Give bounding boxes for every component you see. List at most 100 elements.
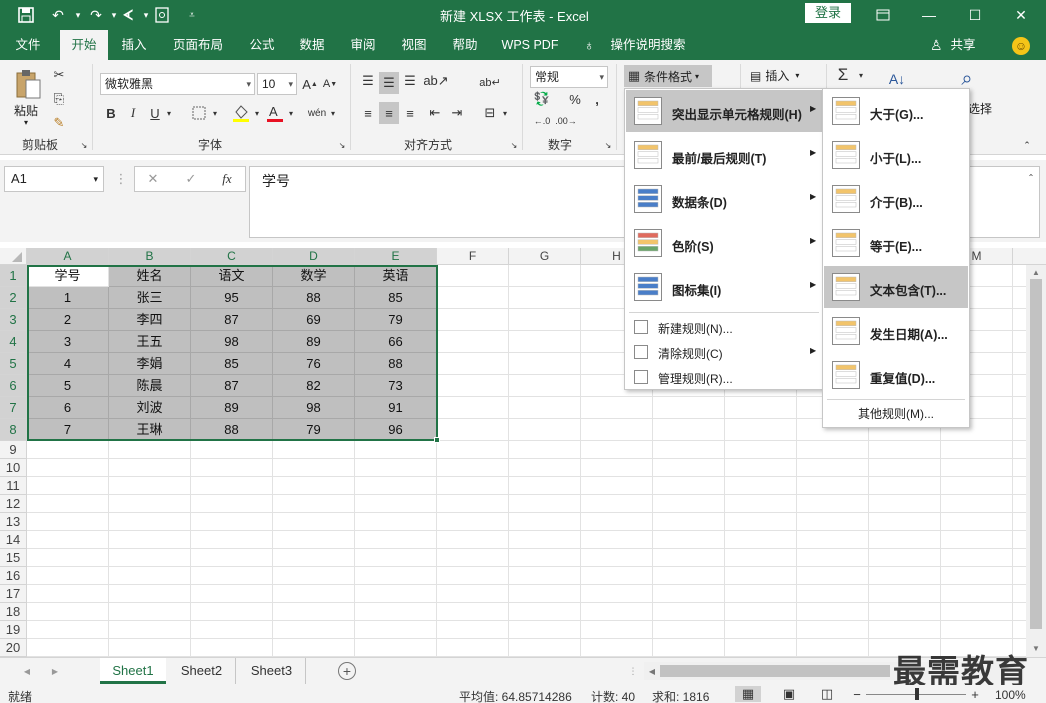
paste-dropdown-icon[interactable]: ▾ (24, 118, 28, 127)
zoom-out-icon[interactable]: − (852, 686, 862, 702)
cell[interactable] (1013, 585, 1026, 603)
paste-label[interactable]: 粘贴 (14, 102, 38, 119)
cell[interactable] (653, 459, 725, 477)
cell[interactable] (1013, 549, 1026, 567)
column-header-f[interactable]: F (437, 248, 509, 265)
cell[interactable] (941, 495, 1013, 513)
cell[interactable] (797, 639, 869, 657)
paste-icon[interactable] (14, 68, 44, 100)
close-icon[interactable]: ✕ (998, 0, 1044, 30)
column-header-b[interactable]: B (109, 248, 191, 265)
cell[interactable] (27, 441, 109, 459)
cell[interactable] (191, 567, 273, 585)
cell[interactable] (109, 513, 191, 531)
borders-dropdown-icon[interactable]: ▾ (210, 106, 220, 120)
row-header[interactable]: 9 (0, 441, 27, 459)
select-all-corner[interactable] (0, 248, 27, 265)
cell[interactable] (653, 585, 725, 603)
cell[interactable] (355, 495, 437, 513)
cell[interactable] (437, 603, 509, 621)
cell[interactable] (581, 397, 653, 419)
cell[interactable] (355, 549, 437, 567)
cell[interactable] (797, 531, 869, 549)
cell[interactable] (273, 549, 355, 567)
increase-font-icon[interactable]: A ▲ (302, 75, 318, 93)
cell[interactable] (581, 495, 653, 513)
cell[interactable] (581, 549, 653, 567)
align-launcher-icon[interactable]: ↘ (509, 140, 519, 150)
tab-home[interactable]: 开始 (60, 30, 108, 60)
sheet-prev-icon[interactable]: ◀ (22, 666, 32, 676)
cell[interactable] (941, 603, 1013, 621)
tab-review[interactable]: 审阅 (343, 30, 383, 60)
number-format-combo[interactable]: 常规 ▾ (530, 66, 608, 88)
cell[interactable] (1013, 621, 1026, 639)
row-header[interactable]: 11 (0, 477, 27, 495)
cell[interactable] (355, 621, 437, 639)
cell[interactable] (273, 477, 355, 495)
rule-duplicate-values[interactable]: 重复值(D)... (824, 354, 968, 396)
fill-dropdown-icon[interactable]: ▾ (252, 106, 262, 120)
cell[interactable] (191, 603, 273, 621)
cell[interactable] (653, 513, 725, 531)
wrap-text-icon[interactable]: ab↵ (479, 72, 500, 92)
cell[interactable] (191, 441, 273, 459)
fill-handle[interactable] (434, 437, 440, 443)
tab-file[interactable]: 文件 (6, 30, 50, 60)
scroll-down-icon[interactable]: ▼ (1031, 643, 1041, 653)
cell[interactable] (869, 621, 941, 639)
fill-color-icon[interactable] (232, 102, 250, 124)
cell[interactable] (1013, 309, 1026, 331)
cell[interactable] (1013, 477, 1026, 495)
cf-highlight-rules[interactable]: 突出显示单元格规则(H) ▶ (626, 90, 822, 132)
cell[interactable] (191, 585, 273, 603)
cell[interactable] (725, 585, 797, 603)
cell[interactable] (109, 567, 191, 585)
tab-help[interactable]: 帮助 (445, 30, 485, 60)
merge-dropdown-icon[interactable]: ▾ (500, 106, 510, 120)
row-header[interactable]: 4 (0, 331, 27, 353)
cell[interactable] (653, 495, 725, 513)
increase-decimal-icon[interactable]: ←.0 (532, 112, 552, 130)
insert-function-icon[interactable]: fx (219, 171, 235, 187)
enter-icon[interactable]: ✓ (183, 171, 199, 187)
cell[interactable] (509, 459, 581, 477)
cell[interactable] (1013, 441, 1026, 459)
cell[interactable] (725, 397, 797, 419)
cell[interactable] (191, 513, 273, 531)
cell[interactable] (273, 585, 355, 603)
cell[interactable] (27, 639, 109, 657)
collapse-ribbon-icon[interactable]: ⌃ (1020, 140, 1034, 150)
cell[interactable] (869, 549, 941, 567)
cell[interactable] (725, 495, 797, 513)
tab-formulas[interactable]: 公式 (242, 30, 282, 60)
vertical-scrollbar[interactable]: ▲ ▼ (1026, 265, 1046, 657)
cell[interactable] (355, 477, 437, 495)
cell[interactable] (509, 495, 581, 513)
cell[interactable] (797, 477, 869, 495)
cell[interactable] (437, 287, 509, 309)
cf-color-scales[interactable]: 色阶(S) ▶ (626, 222, 822, 264)
cell[interactable] (869, 585, 941, 603)
normal-view-icon[interactable]: ▦ (735, 686, 761, 702)
cell[interactable] (191, 531, 273, 549)
cell[interactable] (725, 531, 797, 549)
cell[interactable] (725, 549, 797, 567)
cell[interactable] (355, 459, 437, 477)
cell[interactable] (273, 567, 355, 585)
cell[interactable] (509, 309, 581, 331)
cell[interactable] (581, 459, 653, 477)
cell[interactable] (653, 621, 725, 639)
cell[interactable] (941, 531, 1013, 549)
add-sheet-icon[interactable]: + (338, 662, 356, 680)
cell[interactable] (797, 621, 869, 639)
cell[interactable] (355, 603, 437, 621)
cell[interactable] (869, 459, 941, 477)
cell[interactable] (109, 603, 191, 621)
conditional-format-button[interactable]: ▦ 条件格式 ▾ (624, 65, 712, 87)
font-launcher-icon[interactable]: ↘ (337, 140, 347, 150)
cell[interactable] (653, 639, 725, 657)
phonetic-dropdown-icon[interactable]: ▾ (328, 106, 338, 120)
cf-manage-rules[interactable]: 管理规则(R)... (626, 365, 822, 389)
scroll-left-icon[interactable]: ◀ (647, 665, 657, 677)
